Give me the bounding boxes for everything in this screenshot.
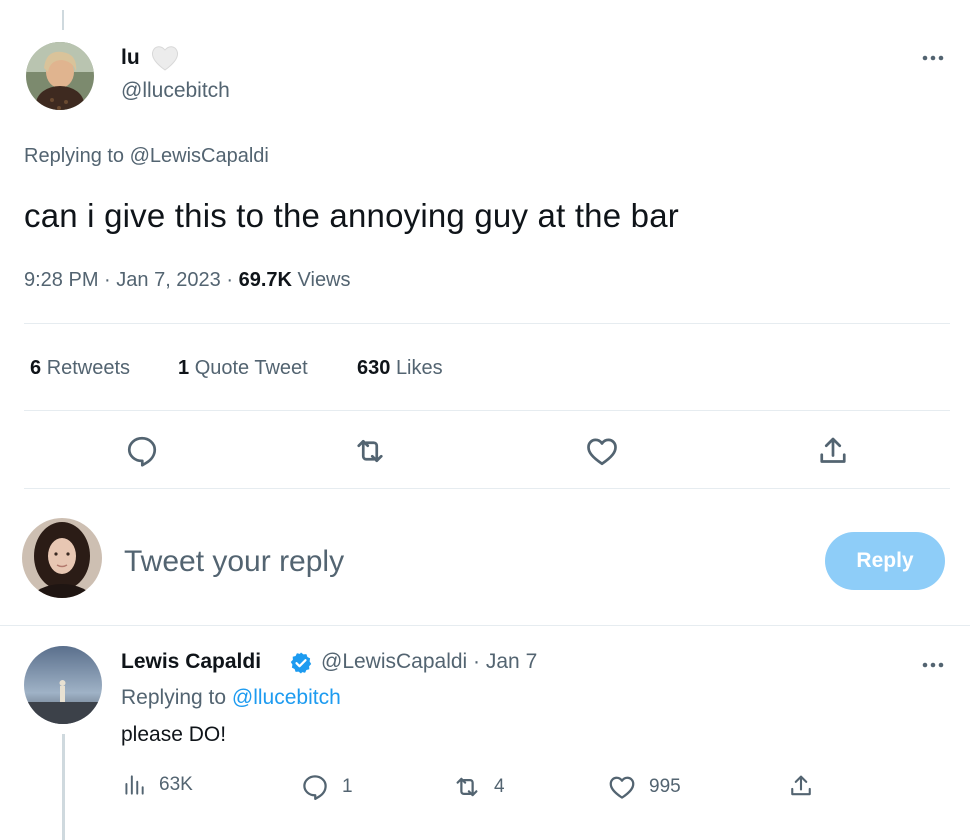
share-button[interactable] <box>815 433 851 469</box>
retweets-stat[interactable]: 6 Retweets <box>30 357 130 380</box>
author-handle[interactable]: @llucebitch <box>121 79 230 103</box>
views-count: 63K <box>159 774 193 795</box>
quotes-count: 1 <box>178 357 190 379</box>
tweet-date[interactable]: Jan 7, 2023 <box>116 269 221 291</box>
like-count-button[interactable]: 995 <box>607 772 681 802</box>
views-button[interactable]: 63K <box>121 772 193 798</box>
reply-icon <box>303 775 327 800</box>
reply-author-handle-date[interactable]: @LewisCapaldi · Jan 7 <box>321 650 537 674</box>
reply-icon <box>127 436 157 467</box>
like-icon <box>587 438 617 466</box>
quotes-label: Quote Tweet <box>194 357 308 379</box>
tweet-time[interactable]: 9:28 PM <box>24 269 98 291</box>
replying-handle-link[interactable]: @llucebitch <box>232 686 341 709</box>
tweet-text: can i give this to the annoying guy at t… <box>24 197 679 234</box>
retweets-label: Retweets <box>46 357 131 379</box>
more-icon[interactable] <box>918 655 948 675</box>
divider <box>24 323 950 324</box>
divider <box>24 488 950 489</box>
reply-submit-button[interactable]: Reply <box>825 532 945 590</box>
user-avatar[interactable] <box>22 518 102 598</box>
reply-count: 1 <box>342 776 353 797</box>
reply-count-button[interactable]: 1 <box>300 772 353 802</box>
quotes-stat[interactable]: 1 Quote Tweet <box>178 357 308 380</box>
meta-separator: · <box>104 269 117 291</box>
retweets-count: 6 <box>30 357 42 379</box>
share-icon <box>791 775 811 796</box>
like-icon <box>609 776 635 799</box>
tweet-meta: 9:28 PM · Jan 7, 2023 · 69.7K Views <box>24 269 351 292</box>
share-icon <box>820 437 846 463</box>
likes-stat[interactable]: 630 Likes <box>357 357 443 380</box>
thread-line-bottom <box>62 734 65 840</box>
meta-separator: · <box>226 269 239 291</box>
views-label: Views <box>297 269 351 291</box>
reply-text: please DO! <box>121 723 227 746</box>
replying-prefix: Replying to <box>121 686 227 709</box>
author-display-name[interactable]: lu <box>121 46 140 70</box>
retweet-icon <box>357 439 383 463</box>
retweet-button[interactable] <box>352 433 388 469</box>
divider <box>0 625 970 626</box>
more-icon[interactable] <box>918 48 948 68</box>
retweet-count: 4 <box>494 776 505 797</box>
views-count: 69.7K <box>238 269 292 291</box>
thread-line-top <box>62 10 64 30</box>
retweet-count-button[interactable]: 4 <box>452 772 505 802</box>
reply-button[interactable] <box>124 433 160 469</box>
reply-author-avatar[interactable] <box>24 646 102 724</box>
share-button[interactable] <box>787 772 815 800</box>
reply-replying-to: Replying to @llucebitch <box>121 686 341 710</box>
avatar[interactable] <box>26 42 94 110</box>
likes-label: Likes <box>395 357 443 379</box>
retweet-icon <box>456 777 478 797</box>
like-count: 995 <box>649 776 681 797</box>
white-heart-emoji <box>150 44 180 77</box>
reply-input[interactable] <box>124 540 724 584</box>
divider <box>24 410 950 411</box>
views-icon <box>125 775 144 795</box>
likes-count: 630 <box>357 357 391 379</box>
like-button[interactable] <box>584 433 620 469</box>
replying-to: Replying to @LewisCapaldi <box>24 145 269 167</box>
reply-author-name[interactable]: Lewis Capaldi <box>121 650 261 674</box>
verified-icon <box>289 651 313 675</box>
